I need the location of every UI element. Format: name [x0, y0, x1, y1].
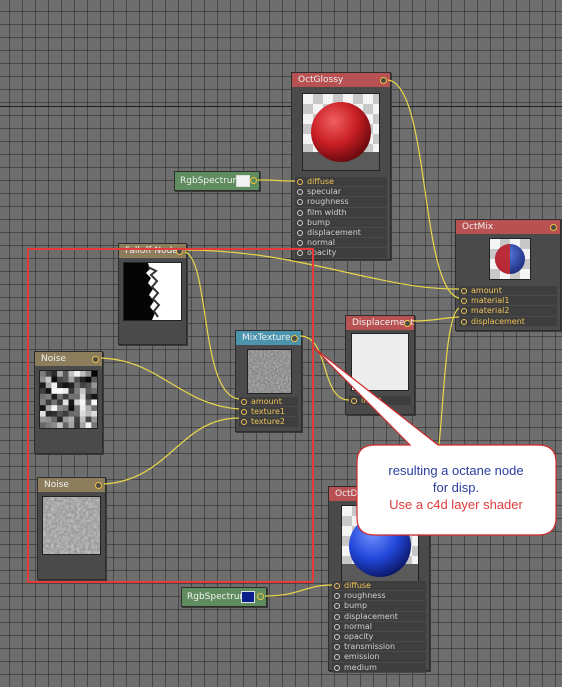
- highlight-box: [27, 248, 314, 583]
- wire-rgb2-to-diffuse-diffuse: [264, 584, 333, 597]
- callout-line-2: for disp.: [432, 480, 480, 495]
- wire-rgb1-to-glossy-diffuse: [257, 179, 296, 182]
- callout-line-3: Use a c4d layer shader: [389, 497, 523, 512]
- node-graph-canvas[interactable]: OctGlossy diffuse specular roughness fil…: [0, 0, 562, 687]
- callout-text: resulting a octane node for disp. Use a …: [356, 462, 556, 513]
- callout-line-1: resulting a octane node: [388, 463, 524, 478]
- wire-glossy-to-mix-material1: [387, 79, 460, 299]
